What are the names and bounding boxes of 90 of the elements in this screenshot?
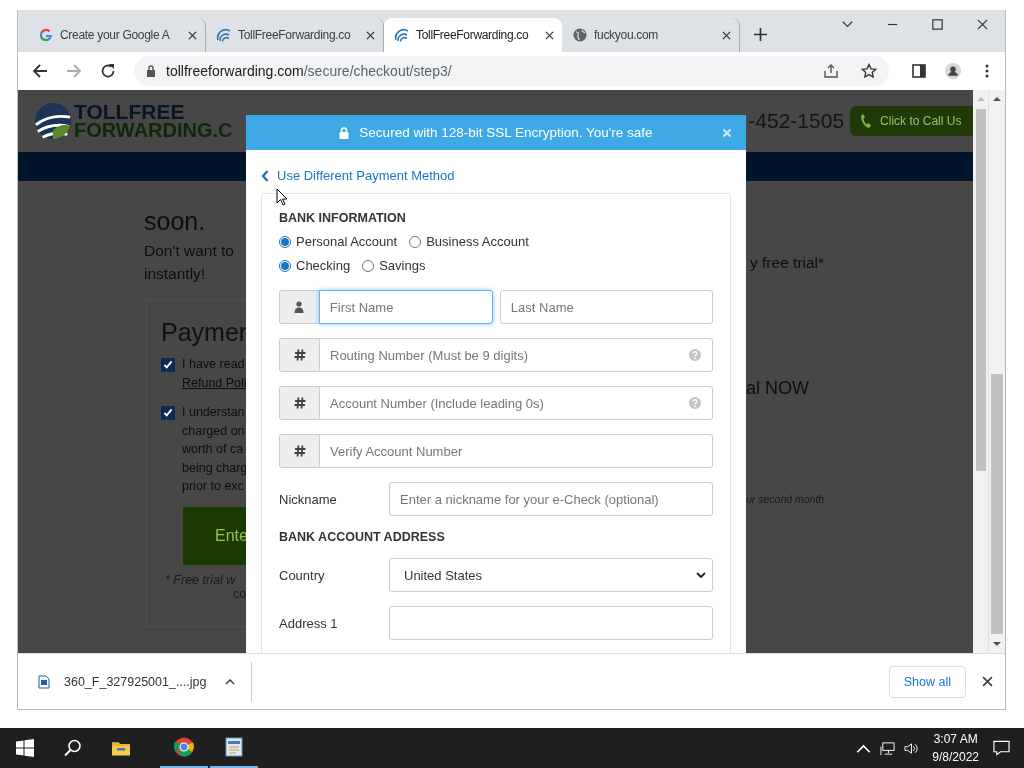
google-icon: [38, 27, 54, 43]
body-text: y free trial*: [750, 253, 826, 273]
logo-text: FORWARDING.C: [74, 121, 233, 140]
heading-text: soon.: [144, 206, 207, 237]
radio-label[interactable]: Business Account: [426, 234, 529, 249]
scrollbar[interactable]: [973, 90, 989, 653]
radio-button[interactable]: [279, 235, 291, 248]
maximize-icon[interactable]: [931, 18, 944, 31]
hash-icon: [293, 397, 306, 409]
checkbox-text: charged on: [182, 422, 246, 440]
browser-tab[interactable]: TollFreeForwarding.co: [384, 18, 562, 52]
lock-icon: [339, 126, 350, 139]
checkbox[interactable]: [161, 406, 175, 420]
plus-icon[interactable]: [754, 28, 767, 41]
address-bar[interactable]: tollfreeforwarding.com/secure/checkout/step3/: [134, 56, 889, 86]
checkbox[interactable]: [161, 358, 175, 372]
scrollbar[interactable]: [988, 90, 1005, 653]
close-icon[interactable]: [722, 30, 731, 40]
heading-text: al NOW: [746, 378, 810, 399]
person-icon: [294, 301, 305, 313]
tab-title: TollFreeForwarding.co: [238, 28, 352, 42]
close-icon[interactable]: [545, 30, 554, 40]
nickname-field[interactable]: Enter a nickname for your e-Check (optional): [389, 482, 713, 516]
clock-date[interactable]: 9/8/2022: [932, 748, 979, 766]
call-button[interactable]: Click to Call Us: [850, 106, 974, 136]
wave-logo-icon: [394, 27, 410, 43]
number-input-group[interactable]: Account Number (Include leading 0s): [279, 386, 713, 420]
close-icon[interactable]: [188, 30, 197, 40]
clock-time[interactable]: 3:07 AM: [933, 730, 978, 748]
network-icon[interactable]: [880, 740, 896, 756]
radio-label[interactable]: Personal Account: [296, 234, 398, 249]
name-field[interactable]: First Name: [318, 290, 493, 324]
radio-label[interactable]: Checking: [296, 258, 351, 273]
wave-logo-icon: [216, 27, 232, 43]
address-field[interactable]: [389, 606, 713, 640]
hash-icon: [293, 445, 306, 457]
name-field[interactable]: Last Name: [499, 290, 713, 324]
document-app-icon[interactable]: [224, 737, 244, 757]
radio-button[interactable]: [279, 259, 291, 272]
back-link[interactable]: Use Different Payment Method: [261, 167, 731, 184]
country-select[interactable]: United States: [389, 558, 713, 592]
caret-icon: [696, 572, 706, 578]
hash-icon: [293, 349, 306, 361]
close-icon[interactable]: [366, 30, 375, 40]
search-icon[interactable]: [64, 739, 82, 757]
checkbox-text: prior to exc: [182, 478, 245, 495]
show-all-button[interactable]: Show all: [888, 665, 966, 698]
side-panel-icon[interactable]: [911, 63, 927, 79]
banner-text: Secured with 128-bit SSL Encryption. You're safe: [359, 125, 653, 140]
section-heading: BANK ACCOUNT ADDRESS: [279, 530, 446, 544]
submit-button[interactable]: Ente: [183, 506, 247, 565]
tab-title: TollFreeForwarding.co: [416, 28, 530, 42]
volume-icon[interactable]: [904, 740, 920, 756]
tab-title: Create your Google A: [60, 28, 171, 42]
number-field[interactable]: Routing Number (Must be 9 digits): [320, 339, 689, 371]
number-field[interactable]: Account Number (Include leading 0s): [320, 387, 689, 419]
folder-icon[interactable]: [112, 739, 130, 757]
cursor-icon: [276, 188, 288, 206]
notification-icon[interactable]: [993, 740, 1010, 756]
tab-title: fuckyou.com: [594, 28, 660, 42]
section-heading: BANK INFORMATION: [279, 211, 407, 225]
windows-logo-icon[interactable]: [16, 739, 34, 757]
close-icon[interactable]: [982, 676, 993, 687]
caret-up-icon[interactable]: [224, 678, 235, 685]
download-file-name[interactable]: 360_F_327925001_....jpg: [64, 674, 207, 689]
body-text: instantly!: [144, 264, 207, 284]
share-icon[interactable]: [823, 63, 839, 79]
browser-icon[interactable]: [174, 737, 194, 757]
globe-icon: [572, 27, 588, 43]
field-label: Country: [279, 567, 326, 583]
phone-icon: [860, 113, 873, 129]
body-text: Don't want to: [144, 241, 235, 261]
field-label: Nickname: [279, 491, 338, 507]
number-input-group[interactable]: Routing Number (Must be 9 digits): [279, 338, 713, 372]
radio-label[interactable]: Savings: [379, 258, 426, 273]
close-icon[interactable]: [976, 18, 989, 31]
checkbox-text: being charg: [182, 459, 248, 477]
image-file-icon: [38, 674, 50, 689]
url-text: tollfreeforwarding.com/secure/checkout/step3/: [166, 63, 453, 79]
field-label: Address 1: [279, 615, 339, 631]
logo-text: TOLLFREE: [74, 102, 186, 121]
lock-icon: [146, 65, 156, 77]
globe-logo-icon: [34, 102, 72, 140]
star-icon[interactable]: [861, 63, 877, 79]
chevron-left-icon: [261, 169, 269, 182]
checkbox-text: worth of ca: [182, 441, 245, 458]
back-icon[interactable]: [32, 63, 48, 79]
reload-icon[interactable]: [100, 63, 116, 79]
scroll-down-icon[interactable]: [993, 642, 1001, 647]
profile-icon[interactable]: [945, 63, 961, 79]
